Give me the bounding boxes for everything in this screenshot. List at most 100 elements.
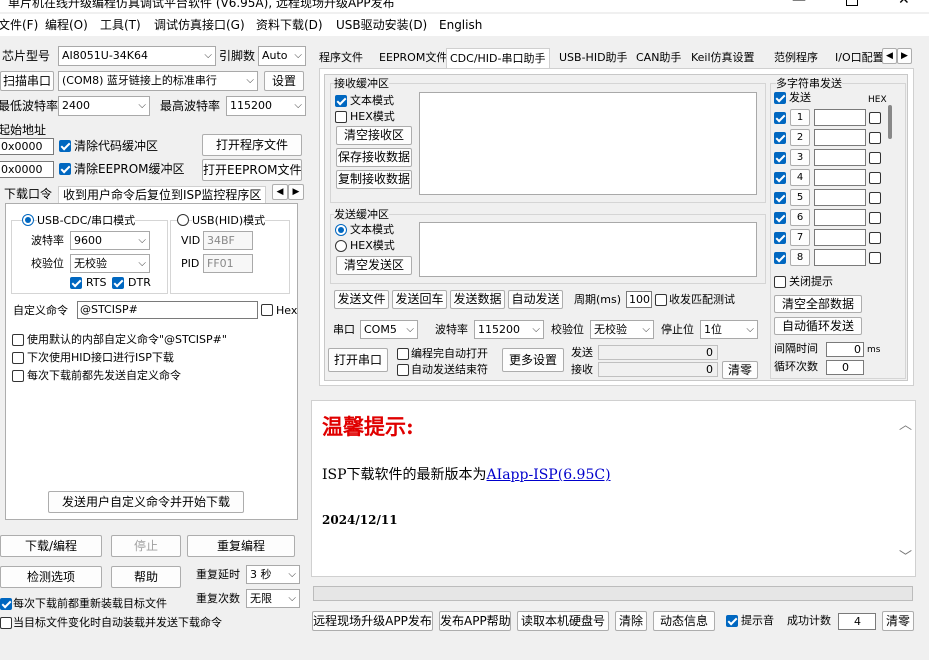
multi-row-input[interactable] bbox=[814, 169, 866, 186]
multi-row-checkbox[interactable] bbox=[774, 132, 786, 144]
stop-bit-select[interactable]: 1位 ⌵ bbox=[700, 320, 758, 339]
multi-row-checkbox[interactable] bbox=[774, 252, 786, 264]
send-custom-cmd-button[interactable]: 发送用户自定义命令并开始下载 bbox=[48, 491, 244, 513]
match-test-checkbox[interactable] bbox=[655, 294, 667, 306]
parity-select[interactable]: 无校验 ⌵ bbox=[70, 254, 150, 273]
send-cmd-first-checkbox[interactable] bbox=[12, 370, 24, 382]
clear-send-button[interactable]: 清空发送区 bbox=[336, 256, 412, 275]
tab-examples[interactable]: 范例程序 bbox=[771, 48, 821, 68]
multi-row-input[interactable] bbox=[814, 249, 866, 266]
multi-row-send-button[interactable]: 8 bbox=[790, 249, 810, 266]
tab-scroll-left-right[interactable]: ◀ bbox=[882, 48, 897, 64]
minimize-icon[interactable]: — bbox=[792, 0, 806, 8]
chip-select[interactable]: AI8051U-34K64 ⌵ bbox=[58, 46, 216, 66]
clear-eeprom-checkbox[interactable] bbox=[59, 163, 71, 175]
loop-send-button[interactable]: 自动循环发送 bbox=[774, 317, 862, 335]
repeat-program-button[interactable]: 重复编程 bbox=[187, 535, 295, 557]
period-input[interactable]: 100 bbox=[626, 291, 652, 308]
com-port-select[interactable]: COM5 ⌵ bbox=[360, 320, 418, 339]
menu-download[interactable]: 资料下载(D) bbox=[256, 17, 323, 33]
multi-row-hex-checkbox[interactable] bbox=[869, 172, 881, 184]
dtr-checkbox[interactable] bbox=[112, 277, 124, 289]
scroll-down-icon[interactable]: ﹀ bbox=[899, 546, 912, 565]
maximize-icon[interactable] bbox=[846, 0, 858, 6]
multi-row-hex-checkbox[interactable] bbox=[869, 232, 881, 244]
dynamic-info-button[interactable]: 动态信息 bbox=[653, 611, 715, 631]
more-settings-button[interactable]: 更多设置 bbox=[502, 348, 564, 372]
recv-textarea[interactable] bbox=[419, 92, 757, 195]
tab-eeprom-file[interactable]: EEPROM文件 bbox=[376, 48, 450, 68]
tab-keil[interactable]: Keil仿真设置 bbox=[688, 48, 758, 68]
multi-row-input[interactable] bbox=[814, 109, 866, 126]
serial-parity-select[interactable]: 无校验 ⌵ bbox=[590, 320, 654, 339]
tab-usb-hid[interactable]: USB-HID助手 bbox=[556, 48, 631, 68]
auto-send-button[interactable]: 自动发送 bbox=[508, 290, 563, 309]
multi-row-input[interactable] bbox=[814, 189, 866, 206]
send-file-button[interactable]: 发送文件 bbox=[334, 290, 389, 309]
baud-select[interactable]: 9600 ⌵ bbox=[70, 231, 150, 250]
tab-download-password[interactable]: 下载口令 bbox=[4, 186, 52, 202]
min-baud-select[interactable]: 2400 ⌵ bbox=[58, 96, 150, 116]
publish-help-button[interactable]: 发布APP帮助 bbox=[439, 611, 511, 631]
tab-scroll-right[interactable]: ▶ bbox=[288, 184, 304, 200]
multi-row-send-button[interactable]: 3 bbox=[790, 149, 810, 166]
serial-baud-select[interactable]: 115200 ⌵ bbox=[474, 320, 544, 339]
menu-debug[interactable]: 调试仿真接口(G) bbox=[154, 17, 245, 33]
tab-program-file[interactable]: 程序文件 bbox=[316, 48, 366, 68]
tips-version-link[interactable]: AIapp-ISP(6.95C) bbox=[487, 467, 611, 483]
send-data-button[interactable]: 发送数据 bbox=[450, 290, 505, 309]
multi-row-input[interactable] bbox=[814, 229, 866, 246]
usb-hid-radio[interactable] bbox=[177, 214, 189, 226]
multi-row-hex-checkbox[interactable] bbox=[869, 192, 881, 204]
scan-port-button[interactable]: 扫描串口 bbox=[0, 71, 54, 91]
multi-row-hex-checkbox[interactable] bbox=[869, 212, 881, 224]
multi-row-checkbox[interactable] bbox=[774, 152, 786, 164]
multi-row-send-button[interactable]: 6 bbox=[790, 209, 810, 226]
menu-usb-driver[interactable]: USB驱动安装(D) bbox=[336, 17, 427, 33]
tab-can[interactable]: CAN助手 bbox=[633, 48, 684, 68]
multi-row-send-button[interactable]: 1 bbox=[790, 109, 810, 126]
tab-scroll-left[interactable]: ◀ bbox=[272, 184, 288, 200]
clear-counters-button[interactable]: 清零 bbox=[722, 361, 758, 379]
beep-checkbox[interactable] bbox=[726, 615, 738, 627]
multi-row-checkbox[interactable] bbox=[774, 192, 786, 204]
send-text-radio[interactable] bbox=[335, 224, 347, 236]
multi-row-hex-checkbox[interactable] bbox=[869, 112, 881, 124]
download-program-button[interactable]: 下载/编程 bbox=[0, 535, 102, 557]
multi-row-send-button[interactable]: 2 bbox=[790, 129, 810, 146]
multi-row-input[interactable] bbox=[814, 209, 866, 226]
scroll-up-icon[interactable]: ︿ bbox=[899, 414, 912, 433]
clear-log-button[interactable]: 清除 bbox=[615, 611, 647, 631]
port-select[interactable]: (COM8) 蓝牙链接上的标准串行 ⌵ bbox=[58, 71, 258, 91]
auto-end-checkbox[interactable] bbox=[397, 364, 409, 376]
multi-row-input[interactable] bbox=[814, 149, 866, 166]
hex-checkbox[interactable] bbox=[261, 304, 273, 316]
copy-recv-button[interactable]: 复制接收数据 bbox=[336, 170, 412, 189]
rts-checkbox[interactable] bbox=[70, 277, 82, 289]
pin-select[interactable]: Auto ⌵ bbox=[258, 46, 306, 66]
repeat-delay-select[interactable]: 3 秒 ⌵ bbox=[246, 565, 300, 584]
close-icon[interactable]: ✕ bbox=[898, 0, 910, 8]
default-cmd-checkbox[interactable] bbox=[12, 334, 24, 346]
loop-count-input[interactable]: 0 bbox=[826, 360, 864, 375]
clear-code-checkbox[interactable] bbox=[59, 140, 71, 152]
tab-reset-isp[interactable]: 收到用户命令后复位到ISP监控程序区 bbox=[58, 186, 267, 204]
open-program-button[interactable]: 打开程序文件 bbox=[202, 134, 302, 156]
reset-count-button[interactable]: 清零 bbox=[882, 611, 914, 631]
menu-file[interactable]: 文件(F) bbox=[0, 17, 38, 33]
auto-download-checkbox[interactable] bbox=[0, 617, 12, 629]
next-hid-checkbox[interactable] bbox=[12, 352, 24, 364]
addr-code-input[interactable]: 0x0000 bbox=[0, 138, 54, 155]
check-options-button[interactable]: 检测选项 bbox=[0, 566, 102, 588]
multi-row-checkbox[interactable] bbox=[774, 172, 786, 184]
recv-hex-checkbox[interactable] bbox=[335, 111, 347, 123]
stop-button[interactable]: 停止 bbox=[111, 535, 181, 557]
save-recv-button[interactable]: 保存接收数据 bbox=[336, 148, 412, 167]
settings-button[interactable]: 设置 bbox=[264, 71, 304, 91]
tab-scroll-right-right[interactable]: ▶ bbox=[897, 48, 912, 64]
multi-send-all-checkbox[interactable] bbox=[774, 92, 786, 104]
close-tip-checkbox[interactable] bbox=[774, 276, 786, 288]
menu-tools[interactable]: 工具(T) bbox=[100, 17, 141, 33]
max-baud-select[interactable]: 115200 ⌵ bbox=[226, 96, 306, 116]
multi-row-input[interactable] bbox=[814, 129, 866, 146]
